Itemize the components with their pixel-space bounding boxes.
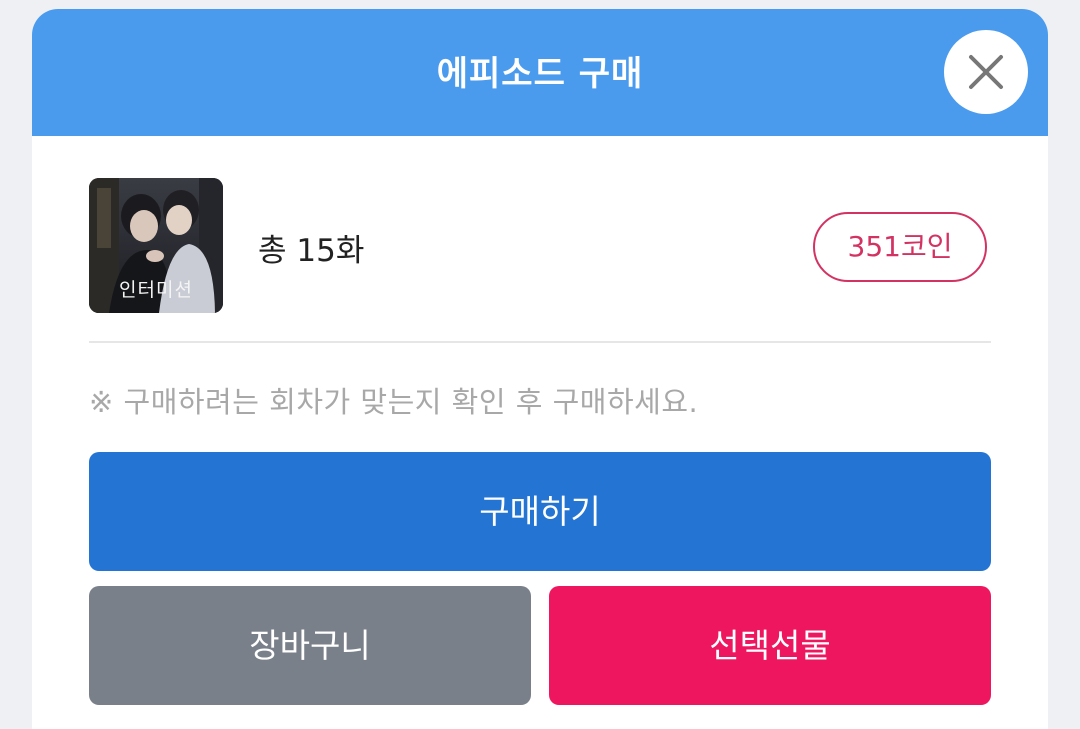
- purchase-modal: 에피소드 구매 인터미션 총 15화 351코인 ※ 구매하려는 회차가 맞는지…: [32, 9, 1048, 729]
- gift-button[interactable]: 선택선물: [549, 586, 991, 705]
- price-badge: 351코인: [813, 212, 987, 282]
- modal-header: 에피소드 구매: [32, 9, 1048, 136]
- close-icon: [969, 55, 1003, 89]
- episode-thumbnail: 인터미션: [89, 178, 223, 313]
- buy-button[interactable]: 구매하기: [89, 452, 991, 571]
- modal-title: 에피소드 구매: [436, 54, 644, 94]
- purchase-notice: ※ 구매하려는 회차가 맞는지 확인 후 구매하세요.: [89, 385, 699, 419]
- thumbnail-title: 인터미션: [119, 279, 193, 301]
- cart-button[interactable]: 장바구니: [89, 586, 531, 705]
- divider: [89, 341, 991, 343]
- episode-count: 총 15화: [258, 233, 365, 269]
- close-button[interactable]: [944, 30, 1028, 114]
